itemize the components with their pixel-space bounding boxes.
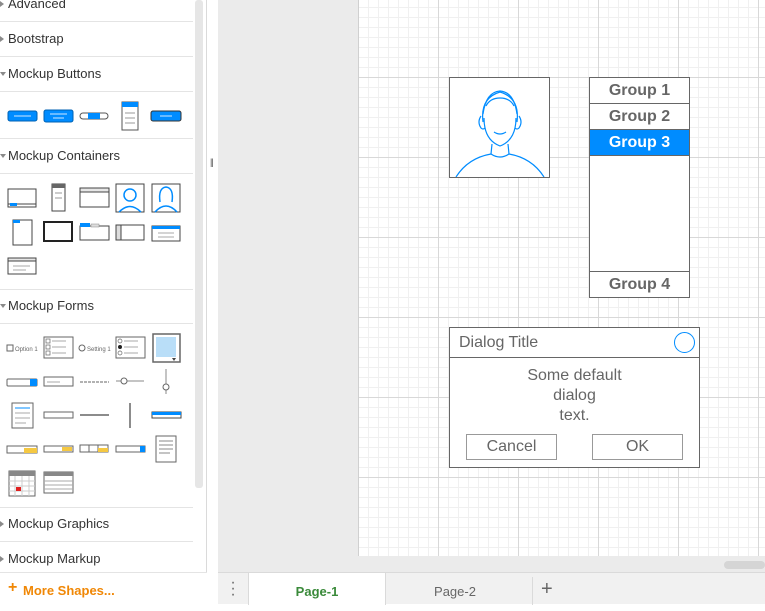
section-mockup-forms[interactable]: Mockup Forms [0,289,193,324]
dialog-body-text: Some default dialog text. [450,366,699,426]
mockup-containers-palette [0,174,193,290]
section-advanced-label: Advanced [8,0,66,11]
section-mockup-forms-label: Mockup Forms [8,298,94,313]
shape-avatar-male[interactable] [115,183,145,213]
shape-search-orange[interactable] [6,445,38,454]
dialog-shape[interactable]: Dialog Title Some default dialog text. C… [449,327,700,468]
shape-radio-option[interactable]: Option 1 [6,344,38,353]
dialog-text-line: dialog [553,387,596,404]
shape-button-small[interactable] [150,110,182,122]
shape-tablet[interactable] [12,219,33,246]
section-mockup-containers-label: Mockup Containers [8,148,120,163]
shape-panel[interactable] [151,225,181,242]
section-mockup-graphics-label: Mockup Graphics [8,516,110,531]
mockup-buttons-palette [0,92,193,139]
dialog-title: Dialog Title [459,334,539,351]
group-item-2[interactable]: Group 2 [590,104,689,130]
dialog-close-circle-icon[interactable] [674,332,695,353]
shape-window[interactable] [79,187,110,208]
section-advanced[interactable]: Advanced [0,0,193,22]
mockup-buttons-shapes [7,101,182,131]
shape-avatar-female[interactable] [151,183,181,213]
shape-combobox[interactable] [115,445,146,453]
sidebar-scrollbar[interactable] [195,0,203,488]
expand-arrow-icon [0,36,4,42]
user-avatar-icon [455,90,545,177]
shape-search-bar[interactable] [43,445,74,453]
plus-icon: + [8,579,18,596]
shape-color-picker[interactable] [152,333,181,363]
shape-browser-window[interactable] [7,188,37,208]
mockup-forms-palette: Option 1 Setting 1 [0,324,193,508]
dialog-ok-button[interactable]: OK [592,434,683,460]
shape-table[interactable] [43,471,74,494]
group-list-shape[interactable]: Group 1 Group 2 Group 3 Group 4 [589,77,690,298]
expand-arrow-icon [0,556,4,562]
collapse-arrow-icon [0,304,6,308]
section-mockup-graphics[interactable]: Mockup Graphics [0,507,193,542]
shape-document-form[interactable] [11,402,34,429]
shapes-sidebar: Advanced Bootstrap Mockup Buttons Mockup… [0,0,207,604]
section-bootstrap-label: Bootstrap [8,31,64,46]
shape-slider-vertical[interactable] [162,369,170,394]
group-item-3-selected[interactable]: Group 3 [590,130,689,156]
tab-page-2[interactable]: Page-2 [386,573,524,605]
shape-checkbox-list[interactable] [43,336,74,359]
section-mockup-containers[interactable]: Mockup Containers [0,139,193,174]
sidebar-resize-handle[interactable]: || [210,157,214,167]
shape-button-group[interactable] [79,444,109,453]
dialog-text-line: Some default [527,367,622,384]
mockup-forms-shapes: Option 1 Setting 1 [6,333,182,497]
group-item-1[interactable]: Group 1 [590,78,689,104]
expand-arrow-icon [0,521,4,527]
section-mockup-buttons-label: Mockup Buttons [8,66,102,81]
shape-radio-list[interactable] [115,336,146,359]
group-item-4[interactable]: Group 4 [590,271,689,297]
shape-tabbed-container[interactable] [79,223,110,241]
dialog-cancel-button[interactable]: Cancel [466,434,557,460]
shape-button-blue-2[interactable] [43,109,74,123]
shape-list-document[interactable] [155,435,177,463]
shape-text-input[interactable] [43,376,74,387]
diagram-page[interactable] [358,0,765,556]
expand-arrow-icon [0,1,4,7]
tab-page-1[interactable]: Page-1 [248,573,386,605]
pages-menu-icon[interactable]: · · · [230,575,236,603]
shape-calendar[interactable] [8,470,36,497]
canvas-horizontal-scrollbar[interactable] [724,561,765,569]
section-mockup-markup-label: Mockup Markup [8,551,101,566]
shape-phone[interactable] [51,183,66,212]
shape-button-vertical[interactable] [121,101,139,131]
shape-splitter[interactable] [151,411,182,419]
shape-option-label: Option 1 [15,347,38,353]
collapse-arrow-icon [0,72,6,76]
add-page-icon[interactable]: + [532,577,553,605]
shape-setting-label: Setting 1 [87,347,111,353]
more-shapes-button[interactable]: + More Shapes... [0,572,207,604]
avatar-image-shape[interactable] [449,77,550,178]
section-bootstrap[interactable]: Bootstrap [0,22,193,57]
mockup-containers-shapes [7,183,181,275]
shape-button-blue[interactable] [7,110,38,122]
shape-spinner[interactable] [6,378,38,387]
shape-container-dark[interactable] [43,221,73,242]
shape-button-bar[interactable] [79,112,109,120]
collapse-arrow-icon [0,154,6,158]
shape-text-field[interactable] [43,411,74,419]
page-tab-bar: · · · Page-1 Page-2 + [218,572,765,605]
section-mockup-buttons[interactable]: Mockup Buttons [0,57,193,92]
shape-slider-horizontal[interactable] [116,377,144,385]
shape-form-container[interactable] [7,257,37,275]
dialog-text-line: text. [559,407,590,424]
shape-setting-toggle[interactable]: Setting 1 [78,344,111,353]
shape-sidebar-container[interactable] [115,224,145,241]
dialog-titlebar: Dialog Title [450,328,699,358]
more-shapes-label: More Shapes... [23,583,115,598]
